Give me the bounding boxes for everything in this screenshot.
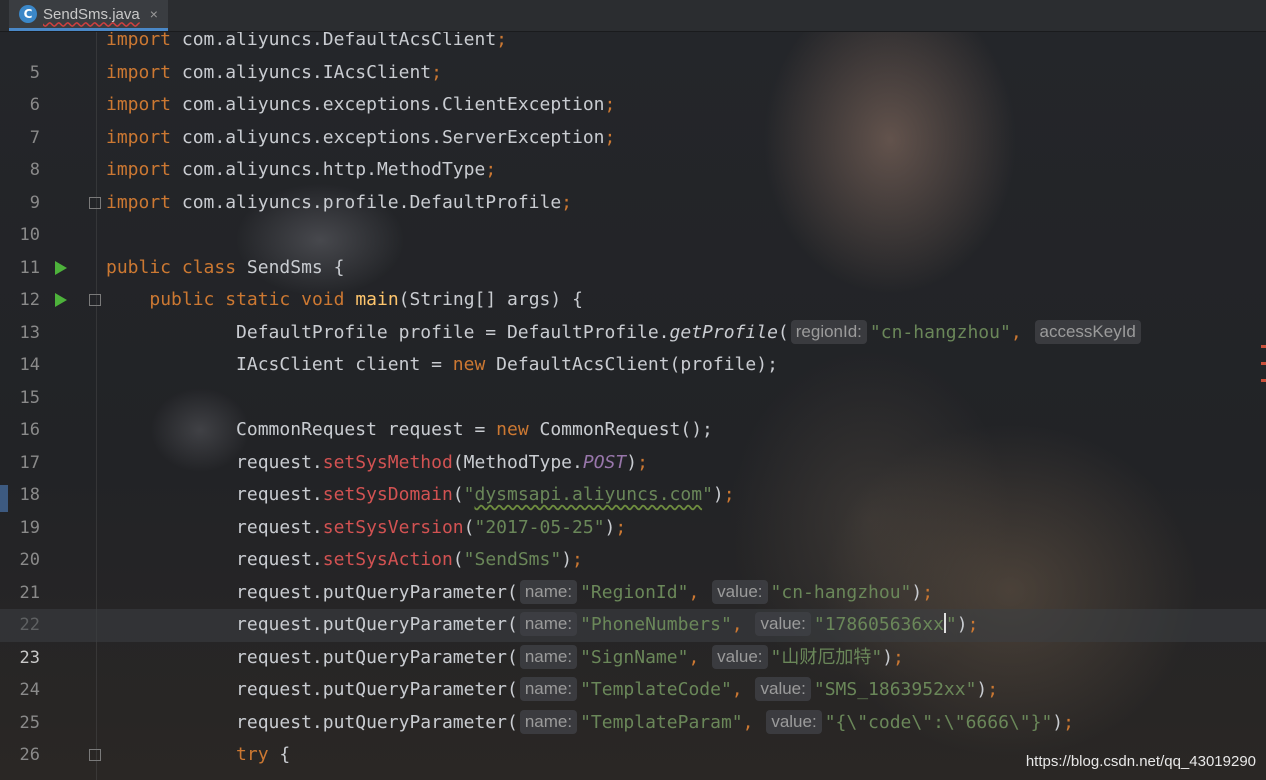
code-line: 19 request.setSysDomain("dysmsapi.aliyun…	[0, 479, 1266, 538]
code-line: 10 import com.aliyuncs.profile.DefaultPr…	[0, 187, 1266, 246]
code-text: import com.aliyuncs.IAcsClient;	[106, 61, 442, 83]
code-line: 18 request.setSysMethod(MethodType.POST)…	[0, 447, 1266, 506]
error-stripe-mark[interactable]	[1261, 362, 1266, 365]
code-text: import com.aliyuncs.exceptions.ClientExc…	[106, 94, 616, 115]
code-text: request.setSysAction("SendSms");	[236, 549, 583, 570]
code-line: 16	[0, 382, 1266, 440]
param-hint: name:	[519, 709, 578, 734]
close-icon[interactable]: ×	[150, 6, 158, 22]
error-stripe-mark[interactable]	[1261, 345, 1266, 348]
param-hint: value:	[712, 579, 768, 604]
code-text: DefaultProfile profile = DefaultProfile.…	[106, 317, 1144, 350]
code-line: 11	[0, 219, 1266, 278]
ide-window: C SendSms.java × 5 import com.aliyuncs.D…	[0, 0, 1266, 780]
param-hint: value:	[766, 709, 822, 734]
code-line: 24 request.putQueryParameter(name: "SignN…	[0, 642, 1266, 700]
watermark: https://blog.csdn.net/qq_43019290	[1025, 753, 1256, 770]
code-text: import com.aliyuncs.http.MethodType;	[106, 159, 497, 180]
code-text: IAcsClient client = new DefaultAcsClient…	[236, 354, 778, 375]
fold-toggle-icon[interactable]	[89, 196, 101, 209]
code-editor[interactable]: 5 import com.aliyuncs.DefaultAcsClient; …	[0, 24, 1266, 780]
code-text: import com.aliyuncs.exceptions.ServerExc…	[106, 126, 616, 148]
code-line: 17 CommonRequest request = new CommonReq…	[0, 414, 1266, 473]
error-stripe-mark[interactable]	[1261, 379, 1266, 382]
code-line: 12 public class SendSms {	[0, 252, 1266, 311]
code-line: 14 DefaultProfile profile = DefaultProfi…	[0, 317, 1266, 375]
param-hint: name:	[519, 644, 578, 669]
run-icon[interactable]	[55, 293, 67, 307]
code-text: try {	[236, 744, 291, 765]
run-icon[interactable]	[55, 260, 67, 275]
param-hint: value:	[755, 677, 811, 701]
code-text: request.setSysDomain("dysmsapi.aliyuncs.…	[236, 484, 735, 505]
code-line: 21 request.setSysAction("SendSms");	[0, 544, 1266, 603]
param-hint: name:	[519, 579, 578, 604]
code-line: 25 request.putQueryParameter(name: "Templ…	[0, 674, 1266, 733]
code-text: request.putQueryParameter(name: "PhoneNum…	[236, 612, 979, 636]
code-line: 22 request.putQueryParameter(name:"Regio…	[0, 577, 1266, 635]
fold-toggle-icon[interactable]	[89, 294, 101, 306]
tab-sendsms-java[interactable]: C SendSms.java ×	[9, 0, 168, 31]
code-line: 6 import com.aliyuncs.IAcsClient;	[0, 57, 1266, 116]
code-line: 13 public static void main(String[] args…	[0, 284, 1266, 343]
code-line: 15 IAcsClient client = new DefaultAcsCli…	[0, 349, 1266, 408]
code-text: CommonRequest request = new CommonReques…	[236, 419, 713, 440]
code-text: request.putQueryParameter(name: "SignName…	[236, 644, 904, 669]
code-line: 20 request.setSysVersion("2017-05-25");	[0, 512, 1266, 571]
param-hint: regionId:	[790, 319, 867, 344]
fold-toggle-icon[interactable]	[89, 749, 101, 761]
java-class-icon: C	[19, 5, 37, 23]
code-text: request.setSysMethod(MethodType.POST);	[236, 451, 648, 473]
editor-tab-bar: C SendSms.java ×	[0, 0, 1266, 32]
code-text: request.putQueryParameter(name: "Template…	[236, 677, 999, 701]
code-line: 7 import com.aliyuncs.exceptions.ClientE…	[0, 89, 1266, 148]
param-hint: value:	[755, 612, 811, 636]
param-hint: name:	[519, 677, 578, 701]
code-line-current: 23 request.putQueryParameter(name: "Phone…	[0, 609, 1266, 668]
code-text: request.putQueryParameter(name: "Template…	[236, 709, 1074, 734]
code-text: request.setSysVersion("2017-05-25");	[236, 516, 627, 538]
code-text: request.putQueryParameter(name: "RegionId…	[236, 579, 934, 604]
error-stripe-marks[interactable]	[1261, 345, 1266, 396]
tab-file-name: SendSms.java	[43, 5, 140, 23]
param-hint: name:	[519, 612, 578, 636]
param-hint: accessKeyId	[1034, 319, 1141, 344]
code-line: 26 request.putQueryParameter(name: "Templ…	[0, 707, 1266, 765]
param-hint: value:	[712, 644, 768, 669]
line-number: 27	[0, 772, 40, 780]
code-line: 8 import com.aliyuncs.exceptions.ServerE…	[0, 122, 1266, 181]
code-text: public static void main(String[] args) {	[149, 289, 583, 310]
code-text: import com.aliyuncs.profile.DefaultProfi…	[106, 191, 573, 213]
code-line: 9 import com.aliyuncs.http.MethodType;	[0, 154, 1266, 213]
code-text: public class SendSms {	[106, 256, 345, 278]
